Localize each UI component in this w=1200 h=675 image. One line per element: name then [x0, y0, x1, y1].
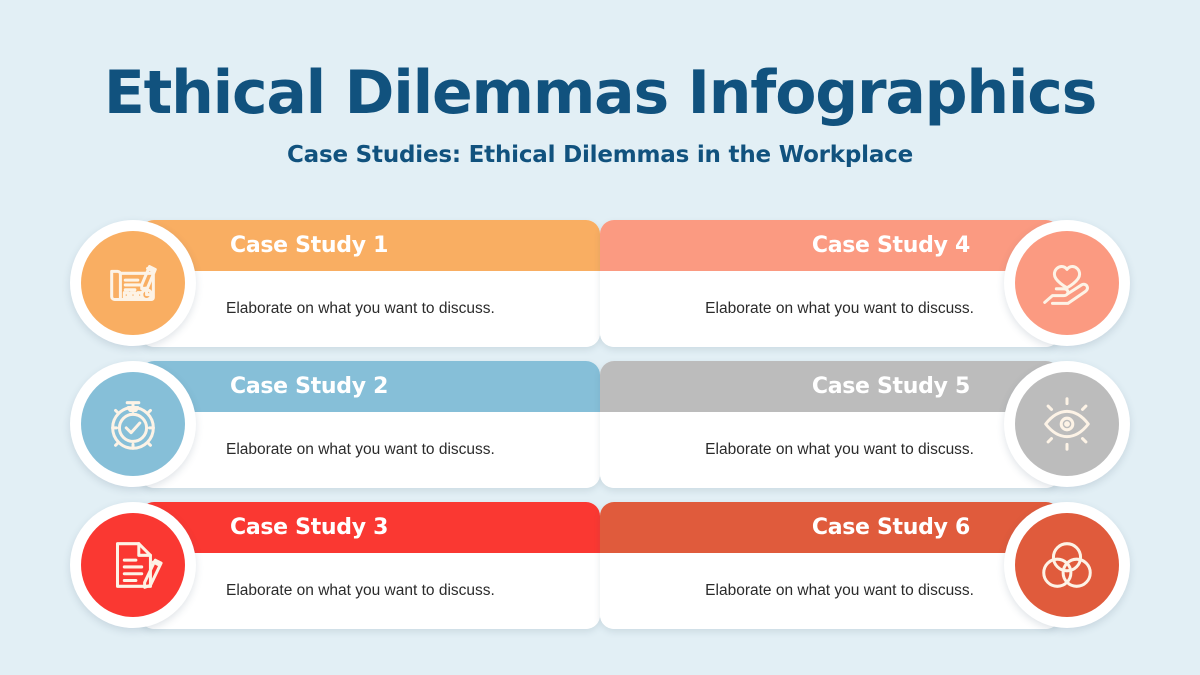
card-body: Elaborate on what you want to discuss. [600, 412, 1060, 488]
case-title: Case Study 3 [230, 515, 389, 540]
card-body: Elaborate on what you want to discuss. [600, 271, 1060, 347]
case-title: Case Study 5 [811, 374, 970, 399]
case-description: Elaborate on what you want to discuss. [705, 299, 974, 317]
card-body: Elaborate on what you want to discuss. [140, 412, 600, 488]
card-icon-badge[interactable] [1004, 361, 1130, 487]
badge-circle [1015, 513, 1119, 617]
card-icon-badge[interactable] [70, 502, 196, 628]
hand-heart-icon [1036, 252, 1098, 314]
page-subtitle: Case Studies: Ethical Dilemmas in the Wo… [286, 142, 914, 168]
card-body: Elaborate on what you want to discuss. [600, 553, 1060, 629]
case-study-card[interactable]: Case Study 6 Elaborate on what you want … [600, 502, 1130, 629]
card-header: Case Study 6 [600, 502, 1060, 553]
venn-diagram-icon [1036, 534, 1098, 596]
page-header: Ethical Dilemmas Infographics Case Studi… [0, 0, 1200, 169]
card-panel: Case Study 6 Elaborate on what you want … [600, 502, 1060, 629]
case-title: Case Study 4 [811, 233, 970, 258]
card-header: Case Study 2 [140, 361, 600, 412]
case-title: Case Study 1 [230, 233, 389, 258]
card-panel: Case Study 5 Elaborate on what you want … [600, 361, 1060, 488]
badge-circle [81, 372, 185, 476]
case-title: Case Study 6 [811, 515, 970, 540]
badge-circle [1015, 372, 1119, 476]
case-study-card[interactable]: Case Study 4 Elaborate on what you want … [600, 220, 1130, 347]
card-panel: Case Study 2 Elaborate on what you want … [140, 361, 600, 488]
badge-circle [1015, 231, 1119, 335]
card-body: Elaborate on what you want to discuss. [140, 553, 600, 629]
badge-circle [81, 513, 185, 617]
case-study-card[interactable]: Case Study 2 Elaborate on what you want … [70, 361, 600, 488]
card-header: Case Study 4 [600, 220, 1060, 271]
stopwatch-check-icon [102, 393, 164, 455]
card-header: Case Study 5 [600, 361, 1060, 412]
case-description: Elaborate on what you want to discuss. [705, 581, 974, 599]
case-description: Elaborate on what you want to discuss. [226, 581, 495, 599]
card-icon-badge[interactable] [1004, 220, 1130, 346]
document-pencil-icon [102, 534, 164, 596]
case-description: Elaborate on what you want to discuss. [705, 440, 974, 458]
contract-signing-icon [102, 252, 164, 314]
card-panel: Case Study 3 Elaborate on what you want … [140, 502, 600, 629]
card-panel: Case Study 4 Elaborate on what you want … [600, 220, 1060, 347]
eye-rays-icon [1036, 393, 1098, 455]
card-icon-badge[interactable] [70, 220, 196, 346]
card-header: Case Study 1 [140, 220, 600, 271]
badge-circle [81, 231, 185, 335]
case-study-card[interactable]: Case Study 3 Elaborate on what you want … [70, 502, 600, 629]
card-panel: Case Study 1 Elaborate on what you want … [140, 220, 600, 347]
case-study-grid: Case Study 1 Elaborate on what you want … [0, 215, 1200, 645]
case-study-card[interactable]: Case Study 5 Elaborate on what you want … [600, 361, 1130, 488]
card-icon-badge[interactable] [1004, 502, 1130, 628]
case-description: Elaborate on what you want to discuss. [226, 440, 495, 458]
case-study-card[interactable]: Case Study 1 Elaborate on what you want … [70, 220, 600, 347]
page-title: Ethical Dilemmas Infographics [103, 58, 1098, 128]
case-description: Elaborate on what you want to discuss. [226, 299, 495, 317]
card-body: Elaborate on what you want to discuss. [140, 271, 600, 347]
card-icon-badge[interactable] [70, 361, 196, 487]
case-title: Case Study 2 [230, 374, 389, 399]
card-header: Case Study 3 [140, 502, 600, 553]
